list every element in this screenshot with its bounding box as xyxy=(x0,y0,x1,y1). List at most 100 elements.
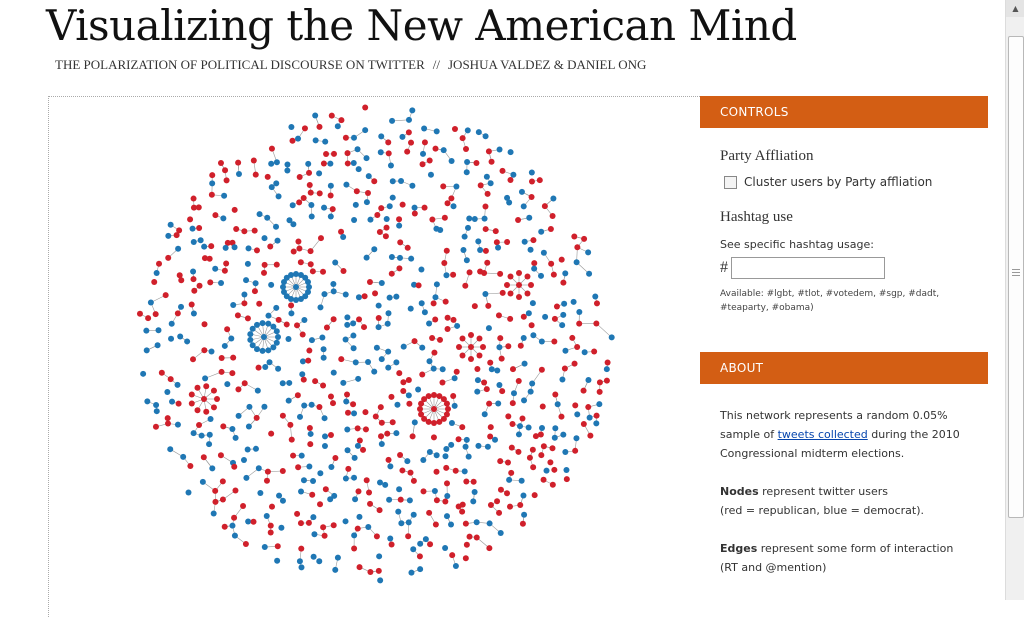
republican-node[interactable] xyxy=(529,194,535,200)
democrat-node[interactable] xyxy=(209,180,215,186)
republican-node[interactable] xyxy=(220,423,226,429)
republican-node[interactable] xyxy=(397,452,403,458)
democrat-node[interactable] xyxy=(276,493,282,499)
democrat-node[interactable] xyxy=(587,415,593,421)
democrat-node[interactable] xyxy=(482,411,488,417)
democrat-node[interactable] xyxy=(351,345,357,351)
democrat-node[interactable] xyxy=(191,310,197,316)
republican-node[interactable] xyxy=(418,411,424,417)
republican-node[interactable] xyxy=(481,270,487,276)
republican-node[interactable] xyxy=(254,247,260,253)
republican-node[interactable] xyxy=(362,104,368,110)
republican-node[interactable] xyxy=(521,314,527,320)
republican-node[interactable] xyxy=(340,268,346,274)
democrat-node[interactable] xyxy=(236,413,242,419)
republican-node[interactable] xyxy=(302,125,308,131)
republican-node[interactable] xyxy=(572,402,578,408)
republican-node[interactable] xyxy=(530,237,536,243)
republican-node[interactable] xyxy=(411,478,417,484)
republican-node[interactable] xyxy=(451,317,457,323)
democrat-node[interactable] xyxy=(451,203,457,209)
republican-node[interactable] xyxy=(373,413,379,419)
democrat-node[interactable] xyxy=(288,272,294,278)
democrat-node[interactable] xyxy=(376,303,382,309)
republican-node[interactable] xyxy=(445,200,451,206)
democrat-node[interactable] xyxy=(178,304,184,310)
democrat-node[interactable] xyxy=(364,155,370,161)
democrat-node[interactable] xyxy=(207,432,213,438)
democrat-node[interactable] xyxy=(313,137,319,143)
republican-node[interactable] xyxy=(308,248,314,254)
republican-node[interactable] xyxy=(419,371,425,377)
republican-node[interactable] xyxy=(472,303,478,309)
democrat-node[interactable] xyxy=(475,238,481,244)
democrat-node[interactable] xyxy=(350,333,356,339)
republican-node[interactable] xyxy=(508,274,514,280)
republican-node[interactable] xyxy=(404,149,410,155)
democrat-node[interactable] xyxy=(498,530,504,536)
republican-node[interactable] xyxy=(445,315,451,321)
democrat-node[interactable] xyxy=(322,443,328,449)
republican-node[interactable] xyxy=(295,464,301,470)
republican-node[interactable] xyxy=(153,311,159,317)
republican-node[interactable] xyxy=(497,335,503,341)
democrat-node[interactable] xyxy=(236,171,242,177)
democrat-node[interactable] xyxy=(423,536,429,542)
republican-node[interactable] xyxy=(408,470,414,476)
democrat-node[interactable] xyxy=(312,113,318,119)
democrat-node[interactable] xyxy=(280,284,286,290)
republican-node[interactable] xyxy=(456,436,462,442)
democrat-node[interactable] xyxy=(356,514,362,520)
democrat-node[interactable] xyxy=(186,489,192,495)
republican-node[interactable] xyxy=(284,321,290,327)
republican-node[interactable] xyxy=(456,344,462,350)
democrat-node[interactable] xyxy=(191,430,197,436)
republican-node[interactable] xyxy=(261,270,267,276)
democrat-node[interactable] xyxy=(398,520,404,526)
democrat-node[interactable] xyxy=(448,521,454,527)
republican-node[interactable] xyxy=(253,172,259,178)
democrat-node[interactable] xyxy=(253,446,259,452)
democrat-node[interactable] xyxy=(309,214,315,220)
democrat-node[interactable] xyxy=(463,444,469,450)
republican-node[interactable] xyxy=(209,192,215,198)
republican-node[interactable] xyxy=(366,489,372,495)
democrat-node[interactable] xyxy=(275,334,281,340)
republican-node[interactable] xyxy=(528,282,534,288)
republican-node[interactable] xyxy=(576,321,582,327)
democrat-node[interactable] xyxy=(322,415,328,421)
democrat-node[interactable] xyxy=(208,416,214,422)
democrat-node[interactable] xyxy=(328,183,334,189)
democrat-node[interactable] xyxy=(552,435,558,441)
democrat-node[interactable] xyxy=(452,403,458,409)
republican-node[interactable] xyxy=(323,486,329,492)
republican-node[interactable] xyxy=(441,260,447,266)
republican-node[interactable] xyxy=(224,177,230,183)
republican-node[interactable] xyxy=(431,300,437,306)
democrat-node[interactable] xyxy=(247,331,253,337)
democrat-node[interactable] xyxy=(273,224,279,230)
republican-node[interactable] xyxy=(434,469,440,475)
republican-node[interactable] xyxy=(345,410,351,416)
democrat-node[interactable] xyxy=(209,465,215,471)
republican-node[interactable] xyxy=(378,205,384,211)
republican-node[interactable] xyxy=(530,447,536,453)
democrat-node[interactable] xyxy=(343,182,349,188)
republican-node[interactable] xyxy=(432,317,438,323)
democrat-node[interactable] xyxy=(366,173,372,179)
democrat-node[interactable] xyxy=(472,489,478,495)
democrat-node[interactable] xyxy=(482,216,488,222)
republican-node[interactable] xyxy=(330,206,336,212)
democrat-node[interactable] xyxy=(365,359,371,365)
democrat-node[interactable] xyxy=(265,347,271,353)
republican-node[interactable] xyxy=(594,413,600,419)
democrat-node[interactable] xyxy=(487,520,493,526)
democrat-node[interactable] xyxy=(541,250,547,256)
democrat-node[interactable] xyxy=(297,414,303,420)
republican-node[interactable] xyxy=(519,416,525,422)
democrat-node[interactable] xyxy=(355,146,361,152)
democrat-node[interactable] xyxy=(352,455,358,461)
democrat-node[interactable] xyxy=(322,139,328,145)
democrat-node[interactable] xyxy=(321,205,327,211)
democrat-node[interactable] xyxy=(562,270,568,276)
